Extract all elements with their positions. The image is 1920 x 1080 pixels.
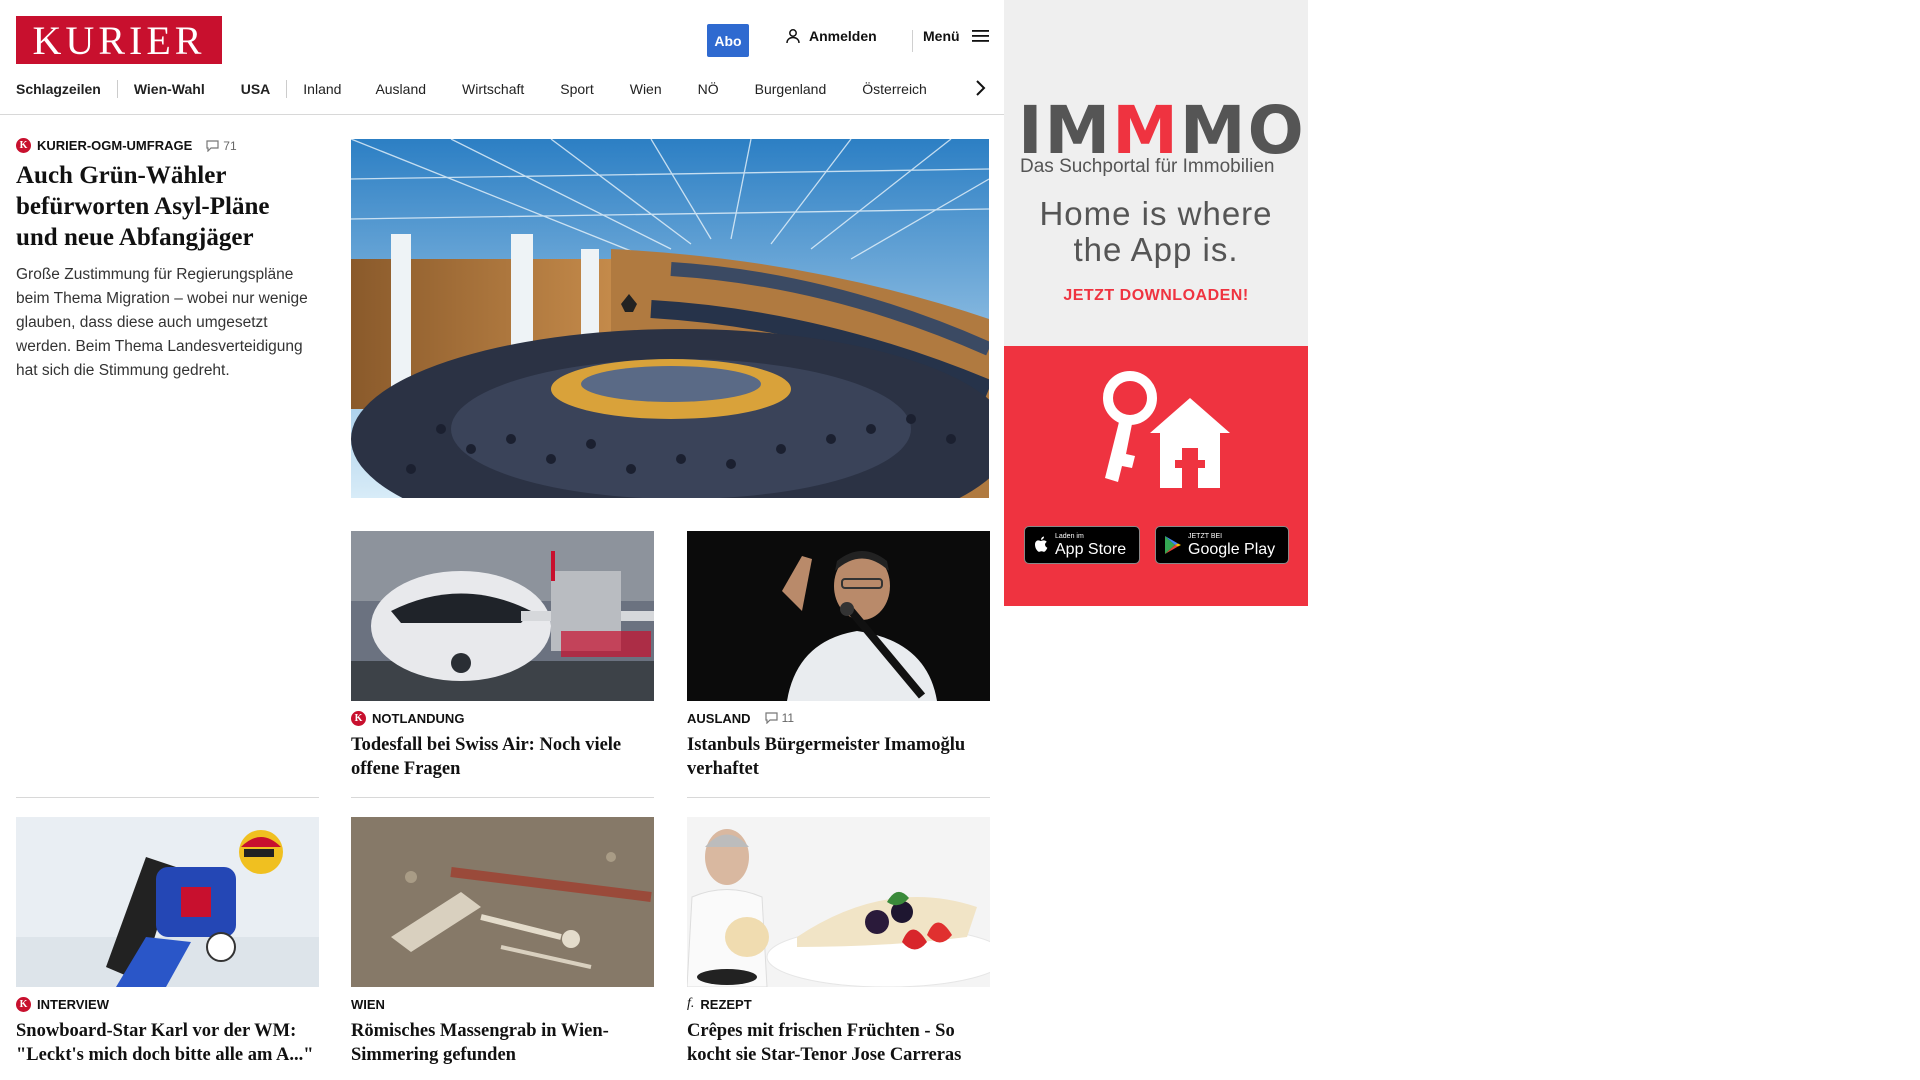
excavation-illustration bbox=[351, 817, 654, 987]
snowboarder-illustration bbox=[16, 817, 319, 987]
lead-image-parliament[interactable] bbox=[351, 139, 989, 498]
kurier-plus-icon: K bbox=[16, 996, 31, 1012]
airplane-illustration bbox=[351, 531, 654, 701]
politician-illustration bbox=[687, 531, 990, 701]
menu-label: Menü bbox=[923, 28, 960, 44]
kurier-logo[interactable]: KURIER bbox=[16, 16, 222, 64]
login-label: Anmelden bbox=[809, 28, 877, 44]
article-kicker: K INTERVIEW bbox=[16, 995, 319, 1013]
divider bbox=[16, 797, 319, 798]
article-kicker-label: NOTLANDUNG bbox=[372, 710, 465, 726]
google-play-text: JETZT BEI Google Play bbox=[1188, 533, 1275, 558]
comment-icon bbox=[764, 712, 778, 724]
article-kicker-label: INTERVIEW bbox=[37, 996, 109, 1012]
app-store-text: Laden im App Store bbox=[1055, 533, 1126, 558]
parliament-illustration bbox=[351, 139, 989, 498]
article-comment-count: 11 bbox=[781, 711, 795, 725]
article-kicker-label: AUSLAND bbox=[687, 710, 751, 726]
lead-kicker-label: KURIER-OGM-UMFRAGE bbox=[37, 138, 193, 153]
nav-divider bbox=[116, 80, 118, 98]
lead-comment-count: 71 bbox=[223, 138, 237, 153]
nav-item-wien[interactable]: Wien bbox=[630, 81, 662, 97]
lead-teaser: Große Zustimmung für Regierungspläne bei… bbox=[16, 266, 308, 379]
article-image-snowboarder[interactable] bbox=[16, 817, 319, 987]
nav-item-schlagzeilen[interactable]: Schlagzeilen bbox=[16, 81, 101, 97]
article-comments[interactable]: 11 bbox=[764, 711, 795, 725]
ad-headline: Home is where the App is. bbox=[1004, 196, 1308, 268]
divider bbox=[351, 797, 654, 798]
article-title[interactable]: Crêpes mit frischen Früchten - So kocht … bbox=[687, 1019, 990, 1067]
nav-item-oesterreich[interactable]: Österreich bbox=[862, 81, 927, 97]
user-icon bbox=[786, 29, 800, 44]
key-house-icon bbox=[1103, 371, 1230, 488]
header-divider bbox=[912, 30, 913, 52]
lead-comments[interactable]: 71 bbox=[206, 138, 237, 153]
google-play-button[interactable]: JETZT BEI Google Play bbox=[1155, 526, 1289, 564]
apple-icon bbox=[1035, 536, 1048, 552]
comment-icon bbox=[206, 139, 219, 152]
divider bbox=[687, 797, 990, 798]
article-card-istanbul[interactable]: AUSLAND 11 Istanbuls Bürgermeister Imamo… bbox=[687, 531, 990, 781]
article-image-crepes[interactable] bbox=[687, 817, 990, 987]
nav-divider bbox=[286, 80, 288, 98]
site-header: KURIER Abo Anmelden Menü Schlagzeilen Wi… bbox=[0, 0, 1004, 115]
rezept-icon: f. bbox=[687, 996, 695, 1011]
article-image-airplane[interactable] bbox=[351, 531, 654, 701]
app-store-big: App Store bbox=[1055, 540, 1127, 558]
menu-button[interactable]: Menü bbox=[923, 28, 989, 44]
ad-top-panel: IMMMO Das Suchportal für Immobilien Home… bbox=[1004, 0, 1308, 346]
article-title[interactable]: Todesfall bei Swiss Air: Noch viele offe… bbox=[351, 733, 654, 781]
nav-item-usa[interactable]: USA bbox=[241, 81, 271, 97]
nav-item-ausland[interactable]: Ausland bbox=[375, 81, 426, 97]
article-title[interactable]: Römisches Massengrab in Wien-Simmering g… bbox=[351, 1019, 654, 1067]
chevron-right-icon[interactable] bbox=[972, 80, 988, 96]
article-image-politician[interactable] bbox=[687, 531, 990, 701]
nav-item-inland[interactable]: Inland bbox=[303, 81, 341, 97]
article-title[interactable]: Snowboard-Star Karl vor der WM: "Leckt's… bbox=[16, 1019, 319, 1067]
nav-item-sport[interactable]: Sport bbox=[560, 81, 593, 97]
article-card-massengrab[interactable]: WIEN Römisches Massengrab in Wien-Simmer… bbox=[351, 817, 654, 1067]
login-button[interactable]: Anmelden bbox=[785, 28, 877, 44]
page: KURIER Abo Anmelden Menü Schlagzeilen Wi… bbox=[0, 0, 1920, 1080]
article-kicker: f. REZEPT bbox=[687, 995, 990, 1013]
google-play-icon bbox=[1165, 536, 1181, 554]
article-card-snowboard[interactable]: K INTERVIEW Snowboard-Star Karl vor der … bbox=[16, 817, 319, 1067]
article-kicker: K NOTLANDUNG bbox=[351, 709, 654, 727]
google-play-small: JETZT BEI bbox=[1188, 532, 1223, 540]
nav-item-wirtschaft[interactable]: Wirtschaft bbox=[462, 81, 524, 97]
immmo-ad[interactable]: IMMMO Das Suchportal für Immobilien Home… bbox=[1004, 0, 1308, 606]
nav-item-burgenland[interactable]: Burgenland bbox=[755, 81, 827, 97]
hamburger-icon bbox=[971, 30, 989, 42]
nav-item-noe[interactable]: NÖ bbox=[698, 81, 719, 97]
article-kicker: AUSLAND 11 bbox=[687, 709, 990, 727]
ad-headline-line: Home is where bbox=[1039, 195, 1273, 232]
article-image-excavation[interactable] bbox=[351, 817, 654, 987]
ad-headline-line: the App is. bbox=[1073, 231, 1239, 268]
kurier-plus-icon: K bbox=[16, 138, 31, 153]
ad-bottom-panel: Laden im App Store JETZT BEI Google Play bbox=[1004, 346, 1308, 606]
app-store-small: Laden im bbox=[1055, 532, 1084, 540]
article-title[interactable]: Istanbuls Bürgermeister Imamoğlu verhaft… bbox=[687, 733, 990, 781]
article-card-swiss-air[interactable]: K NOTLANDUNG Todesfall bei Swiss Air: No… bbox=[351, 531, 654, 781]
lead-kicker: K KURIER-OGM-UMFRAGE 71 bbox=[16, 138, 237, 153]
kurier-plus-icon: K bbox=[351, 710, 366, 726]
article-card-crepes[interactable]: f. REZEPT Crêpes mit frischen Früchten -… bbox=[687, 817, 990, 1067]
google-play-big: Google Play bbox=[1188, 540, 1276, 558]
lead-title[interactable]: Auch Grün-Wähler befürworten Asyl-Pläne … bbox=[16, 160, 316, 253]
abo-button[interactable]: Abo bbox=[707, 24, 749, 57]
article-kicker-label: REZEPT bbox=[700, 996, 752, 1012]
nav-item-wien-wahl[interactable]: Wien-Wahl bbox=[134, 81, 205, 97]
article-kicker-label: WIEN bbox=[351, 996, 385, 1012]
section-nav: Schlagzeilen Wien-Wahl USA Inland Auslan… bbox=[16, 78, 927, 100]
ad-download-link[interactable]: JETZT DOWNLOADEN! bbox=[1004, 287, 1308, 305]
app-store-button[interactable]: Laden im App Store bbox=[1024, 526, 1140, 564]
crepes-illustration bbox=[687, 817, 990, 987]
ad-subtitle: Das Suchportal für Immobilien bbox=[1020, 156, 1275, 177]
article-kicker: WIEN bbox=[351, 995, 654, 1013]
